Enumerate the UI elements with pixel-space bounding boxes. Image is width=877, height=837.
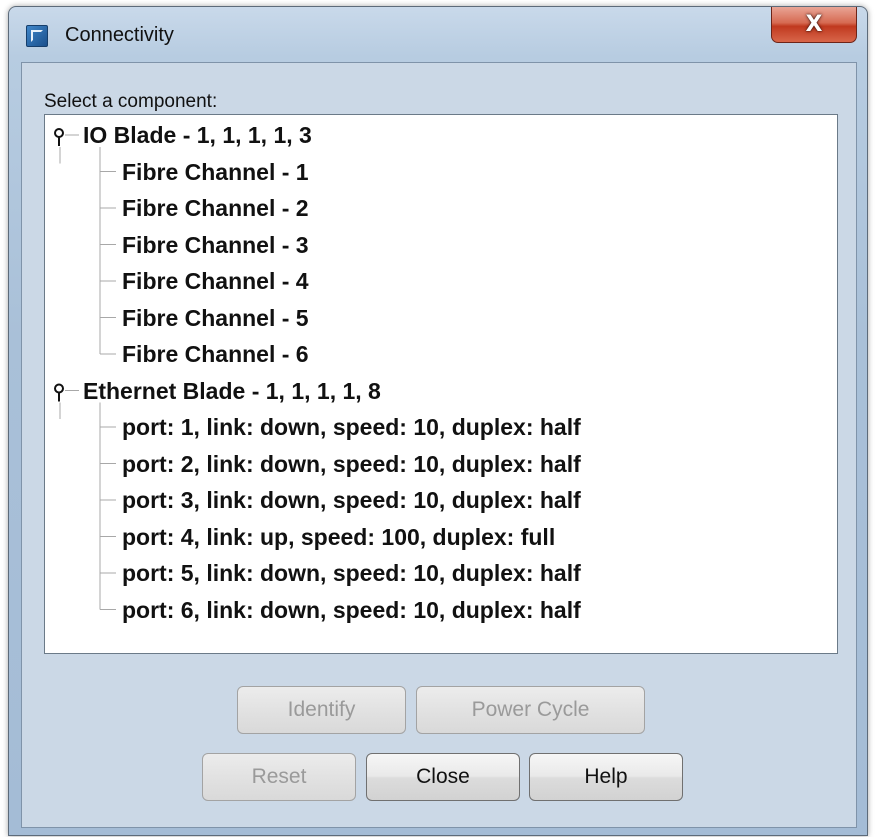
title-bar[interactable]: Connectivity X	[9, 7, 867, 61]
tree-node-child[interactable]: Fibre Channel - 2	[122, 195, 309, 221]
window-title: Connectivity	[65, 24, 174, 46]
tree-node-child[interactable]: Fibre Channel - 6	[122, 341, 309, 367]
dialog-client-area: Select a component: IO Blade - 1, 1, 1, …	[21, 62, 857, 828]
tree-node-child[interactable]: Fibre Channel - 4	[122, 268, 309, 294]
tree-node-child[interactable]: Fibre Channel - 5	[122, 305, 309, 331]
window-close-button[interactable]: X	[771, 7, 857, 43]
tree-node-child[interactable]: port: 3, link: down, speed: 10, duplex: …	[122, 487, 581, 513]
tree-node-child[interactable]: Fibre Channel - 1	[122, 159, 309, 185]
app-icon	[26, 25, 48, 47]
power-cycle-button[interactable]: Power Cycle	[416, 686, 645, 734]
expanded-handle-icon[interactable]	[54, 128, 64, 146]
connectivity-window: Connectivity X Select a component: IO Bl…	[8, 6, 868, 836]
component-tree[interactable]: IO Blade - 1, 1, 1, 1, 3 Fibre Channel - …	[44, 114, 838, 654]
tree-node-child[interactable]: port: 1, link: down, speed: 10, duplex: …	[122, 414, 581, 440]
expanded-handle-icon[interactable]	[54, 383, 64, 402]
tree-node-child[interactable]: Fibre Channel - 3	[122, 232, 309, 258]
tree-node-child[interactable]: port: 6, link: down, speed: 10, duplex: …	[122, 597, 581, 623]
tree-node-blade[interactable]: Ethernet Blade - 1, 1, 1, 1, 8	[83, 378, 381, 404]
tree-node-blade[interactable]: IO Blade - 1, 1, 1, 1, 3	[83, 122, 312, 148]
tree-node-child[interactable]: port: 4, link: up, speed: 100, duplex: f…	[122, 524, 555, 550]
close-icon: X	[805, 12, 823, 37]
help-button[interactable]: Help	[529, 753, 683, 801]
identify-button[interactable]: Identify	[237, 686, 406, 734]
reset-button[interactable]: Reset	[202, 753, 356, 801]
tree-node-child[interactable]: port: 5, link: down, speed: 10, duplex: …	[122, 560, 581, 586]
tree-node-child[interactable]: port: 2, link: down, speed: 10, duplex: …	[122, 451, 581, 477]
select-component-label: Select a component:	[44, 91, 218, 112]
close-button[interactable]: Close	[366, 753, 520, 801]
